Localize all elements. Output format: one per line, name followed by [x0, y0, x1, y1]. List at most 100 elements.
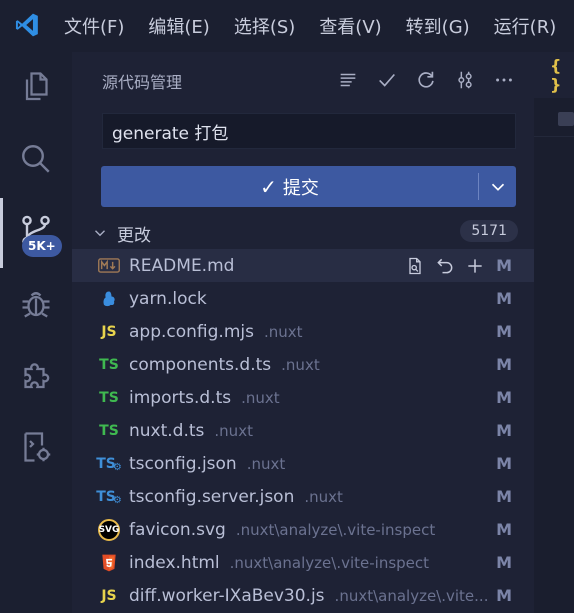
git-status-modified: M — [496, 454, 512, 473]
file-name: components.d.ts .nuxt — [129, 354, 320, 375]
file-directory: .nuxt\analyze\.vite-inspect — [229, 553, 430, 572]
git-status-modified: M — [496, 421, 512, 440]
title-bar: 文件(F) 编辑(E) 选择(S) 查看(V) 转到(G) 运行(R) — [0, 0, 574, 52]
git-status-modified: M — [496, 322, 512, 341]
more-actions-button[interactable] — [490, 66, 518, 94]
file-name: yarn.lock — [129, 288, 207, 309]
list-item[interactable]: TS components.d.ts .nuxt M — [72, 348, 534, 381]
html5-icon — [97, 552, 121, 574]
git-graph-icon — [458, 71, 472, 89]
extensions-button[interactable] — [0, 340, 72, 410]
list-item[interactable]: yarn.lock M — [72, 282, 534, 315]
menu-go[interactable]: 转到(G) — [406, 13, 470, 39]
remote-explorer-icon — [24, 432, 51, 462]
list-item[interactable]: TS nuxt.d.ts .nuxt M — [72, 414, 534, 447]
remote-explorer-button[interactable] — [0, 412, 72, 482]
git-status-modified: M — [496, 388, 512, 407]
editor-divider — [534, 136, 574, 137]
row-actions — [396, 255, 486, 277]
ts-def-icon: TS — [99, 389, 119, 406]
list-item[interactable]: TS imports.d.ts .nuxt M — [72, 381, 534, 414]
bug-icon — [22, 292, 50, 318]
view-as-list-button[interactable] — [334, 66, 362, 94]
list-item[interactable]: JS app.config.mjs .nuxt M — [72, 315, 534, 348]
commit-message-input[interactable]: generate 打包 — [102, 113, 516, 149]
list-item[interactable]: TS ⚙ tsconfig.json .nuxt M — [72, 447, 534, 480]
file-directory: .nuxt\analyze\.vite-inspect — [235, 520, 436, 539]
open-file-button[interactable] — [404, 255, 426, 277]
menu-view[interactable]: 查看(V) — [319, 13, 381, 39]
puzzle-icon — [24, 363, 50, 389]
gear-icon: ⚙ — [112, 462, 122, 473]
debug-button[interactable] — [0, 268, 72, 338]
source-control-panel: 源代码管理 generate 打包 ✓ 提交 更改 5171 README.md… — [72, 52, 534, 613]
graph-button[interactable] — [451, 66, 479, 94]
git-status-modified: M — [496, 520, 512, 539]
file-name: tsconfig.server.json .nuxt — [129, 486, 343, 507]
markdown-icon — [97, 255, 121, 277]
commit-check-button[interactable] — [373, 66, 401, 94]
list-item[interactable]: SVG favicon.svg .nuxt\analyze\.vite-inspe… — [72, 513, 534, 546]
file-name: README.md — [129, 255, 235, 276]
list-item[interactable]: index.html .nuxt\analyze\.vite-inspect M — [72, 546, 534, 579]
refresh-button[interactable] — [412, 66, 440, 94]
list-item[interactable]: TS ⚙ tsconfig.server.json .nuxt M — [72, 480, 534, 513]
git-status-modified: M — [496, 355, 512, 374]
tsconfig-icon: TS ⚙ — [96, 455, 122, 474]
file-name: tsconfig.json .nuxt — [129, 453, 286, 474]
commit-dropdown-button[interactable] — [479, 166, 516, 207]
file-directory: .nuxt — [281, 355, 320, 374]
file-directory: .nuxt — [263, 322, 303, 341]
changes-count-badge: 5171 — [460, 220, 518, 242]
discard-changes-button[interactable] — [434, 255, 456, 277]
menu-edit[interactable]: 编辑(E) — [148, 13, 209, 39]
git-status-modified: M — [496, 289, 512, 308]
file-directory: .nuxt — [246, 454, 286, 473]
git-status-modified: M — [496, 256, 512, 275]
changes-section-header[interactable]: 更改 5171 — [72, 217, 534, 247]
json-icon: { } — [550, 56, 562, 94]
commit-check-icon: ✓ — [260, 174, 277, 199]
ts-def-icon: TS — [99, 422, 119, 439]
ellipsis-icon — [496, 78, 512, 82]
file-name: imports.d.ts .nuxt — [129, 387, 280, 408]
menu-bar: 文件(F) 编辑(E) 选择(S) 查看(V) 转到(G) 运行(R) — [64, 0, 574, 52]
chevron-down-icon — [491, 183, 504, 191]
commit-button[interactable]: ✓ 提交 — [101, 166, 478, 207]
git-status-modified: M — [496, 586, 512, 605]
stage-changes-button[interactable] — [464, 255, 486, 277]
file-name: index.html .nuxt\analyze\.vite-inspect — [129, 552, 430, 573]
list-item[interactable]: JS diff.worker-IXaBev30.js .nuxt\analyze\… — [72, 579, 534, 612]
git-status-modified: M — [496, 487, 512, 506]
file-directory: .nuxt\analyze\.vite... — [334, 586, 489, 605]
go-to-file-icon — [409, 257, 421, 274]
list-icon — [340, 73, 356, 87]
editor-area: { } — [534, 52, 574, 613]
editor-tab[interactable]: { } — [534, 52, 574, 98]
changes-file-list: README.md M yarn.lock M JS app.config.mj… — [72, 249, 534, 612]
file-name: app.config.mjs .nuxt — [129, 321, 303, 342]
search-button[interactable] — [0, 124, 72, 194]
chevron-down-icon — [95, 230, 105, 237]
check-icon — [379, 73, 395, 87]
file-directory: .nuxt — [214, 421, 253, 440]
menu-file[interactable]: 文件(F) — [64, 13, 124, 39]
refresh-icon — [418, 71, 434, 88]
js-icon: JS — [101, 587, 117, 604]
breadcrumb-markdown-icon — [558, 112, 574, 126]
file-name: diff.worker-IXaBev30.js .nuxt\analyze\.vi… — [129, 585, 489, 606]
git-status-modified: M — [496, 553, 512, 572]
list-item[interactable]: README.md M — [72, 249, 534, 282]
ts-def-icon: TS — [99, 356, 119, 373]
changes-label: 更改 — [117, 226, 151, 246]
menu-selection[interactable]: 选择(S) — [234, 13, 295, 39]
file-directory: .nuxt — [241, 388, 280, 407]
file-name: favicon.svg .nuxt\analyze\.vite-inspect — [129, 519, 436, 540]
file-directory: .nuxt — [304, 487, 343, 506]
plus-icon — [468, 258, 482, 273]
search-icon — [22, 145, 50, 173]
menu-run[interactable]: 运行(R) — [494, 13, 557, 39]
js-icon: JS — [101, 323, 117, 340]
explorer-button[interactable] — [0, 52, 72, 122]
yarn-icon — [97, 288, 121, 310]
